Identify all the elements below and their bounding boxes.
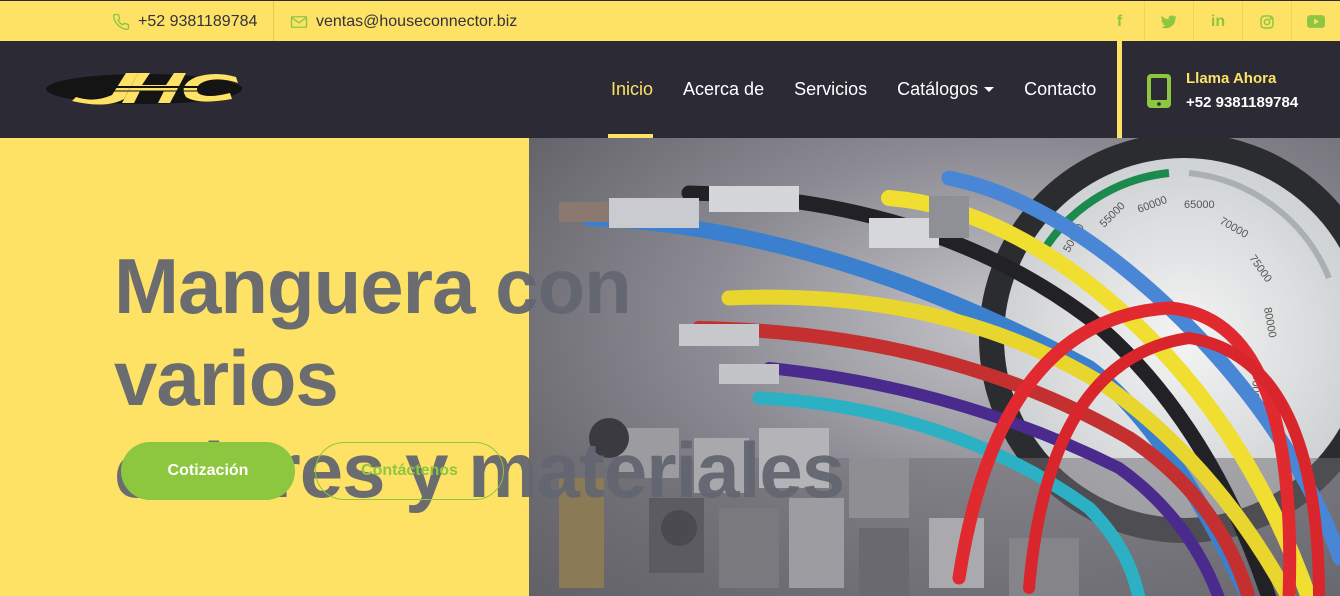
nav-item-inicio[interactable]: Inicio [596, 41, 668, 138]
linkedin-icon[interactable]: in [1193, 1, 1242, 42]
facebook-icon[interactable]: f [1095, 1, 1144, 42]
contact-button[interactable]: Contáctenos [315, 442, 504, 500]
main-navbar: Inicio Acerca de Servicios Catálogos Con… [0, 41, 1340, 138]
youtube-icon[interactable] [1291, 1, 1340, 42]
hero-title-line-1: Manguera con varios [114, 242, 632, 422]
social-links: f in [1095, 1, 1340, 42]
phone-icon [112, 13, 130, 31]
top-email[interactable]: ventas@houseconnector.biz [290, 1, 517, 42]
nav-item-catalogos[interactable]: Catálogos [882, 41, 1009, 138]
svg-text:65000: 65000 [1184, 199, 1215, 211]
mail-icon [290, 13, 308, 31]
top-phone[interactable]: +52 9381189784 [112, 1, 275, 42]
call-now-label: Llama Ahora [1186, 70, 1277, 87]
top-bar: +52 9381189784 ventas@houseconnector.biz… [0, 0, 1340, 42]
nav-divider [1117, 41, 1122, 138]
call-now-number: +52 9381189784 [1186, 94, 1299, 111]
caret-down-icon [984, 87, 995, 92]
nav-item-contacto[interactable]: Contacto [1009, 41, 1111, 138]
main-nav: Inicio Acerca de Servicios Catálogos Con… [596, 41, 1111, 138]
nav-item-acerca-de[interactable]: Acerca de [668, 41, 779, 138]
hero-section: 50000 55000 60000 65000 70000 75000 8000… [0, 138, 1340, 596]
top-email-text: ventas@houseconnector.biz [316, 12, 518, 30]
quote-button[interactable]: Cotización [121, 442, 295, 500]
top-phone-text: +52 9381189784 [138, 12, 258, 30]
nav-item-servicios[interactable]: Servicios [779, 41, 882, 138]
site-logo[interactable] [46, 69, 246, 109]
twitter-icon[interactable] [1144, 1, 1193, 42]
call-now[interactable]: Llama Ahora +52 9381189784 [1146, 67, 1298, 115]
smartphone-icon [1147, 74, 1171, 108]
instagram-icon[interactable] [1242, 1, 1291, 42]
